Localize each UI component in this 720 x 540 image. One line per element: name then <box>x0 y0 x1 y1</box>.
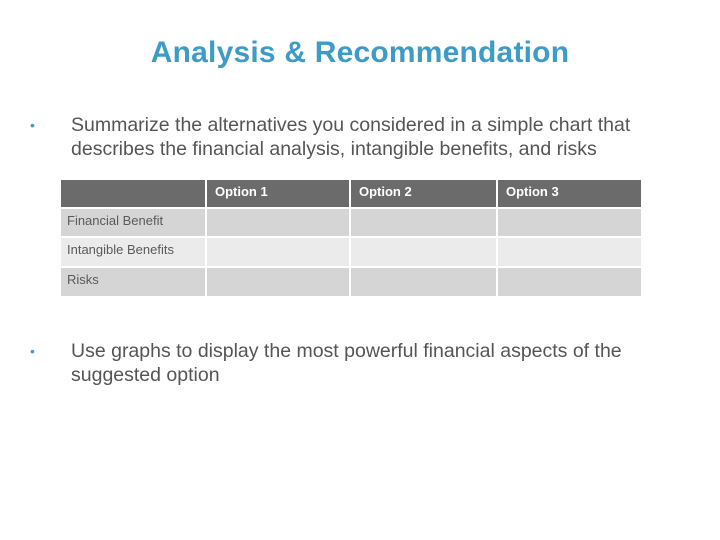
table-cell <box>351 268 496 296</box>
row-label-risks: Risks <box>61 268 205 296</box>
table-cell <box>498 209 641 236</box>
table-cell <box>498 238 641 266</box>
bullet-text: Use graphs to display the most powerful … <box>71 340 622 386</box>
table-cell <box>207 209 349 236</box>
table-cell <box>351 238 496 266</box>
table-cell <box>207 238 349 266</box>
table-header-option-1: Option 1 <box>207 180 349 207</box>
bullet-dot-icon: • <box>30 117 35 133</box>
table-header-option-3: Option 3 <box>498 180 641 207</box>
row-label-financial-benefit: Financial Benefit <box>61 209 205 236</box>
bullet-text: Summarize the alternatives you considere… <box>71 114 631 160</box>
slide-title: Analysis & Recommendation <box>150 36 570 69</box>
table-header-corner <box>61 180 205 207</box>
bullet-dot-icon: • <box>30 343 35 359</box>
table-cell <box>498 268 641 296</box>
table-cell <box>207 268 349 296</box>
table-cell <box>351 209 496 236</box>
table-header-option-2: Option 2 <box>351 180 496 207</box>
row-label-intangible-benefits: Intangible Benefits <box>61 238 205 266</box>
options-comparison-table: Option 1 Option 2 Option 3 Financial Ben… <box>61 180 641 296</box>
